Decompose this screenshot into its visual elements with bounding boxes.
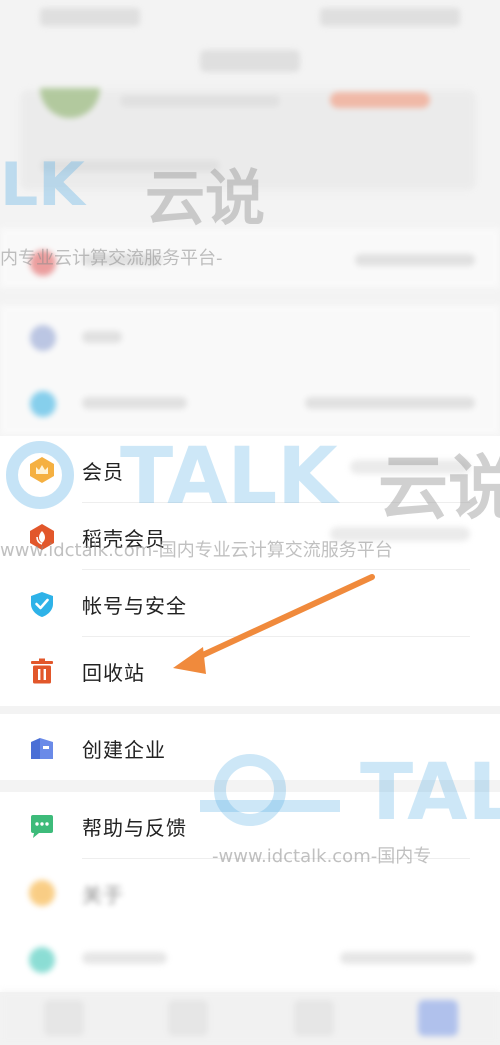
arrow-shaft bbox=[189, 574, 375, 663]
arrow-annotation bbox=[173, 574, 375, 674]
arrow-head bbox=[173, 647, 206, 674]
